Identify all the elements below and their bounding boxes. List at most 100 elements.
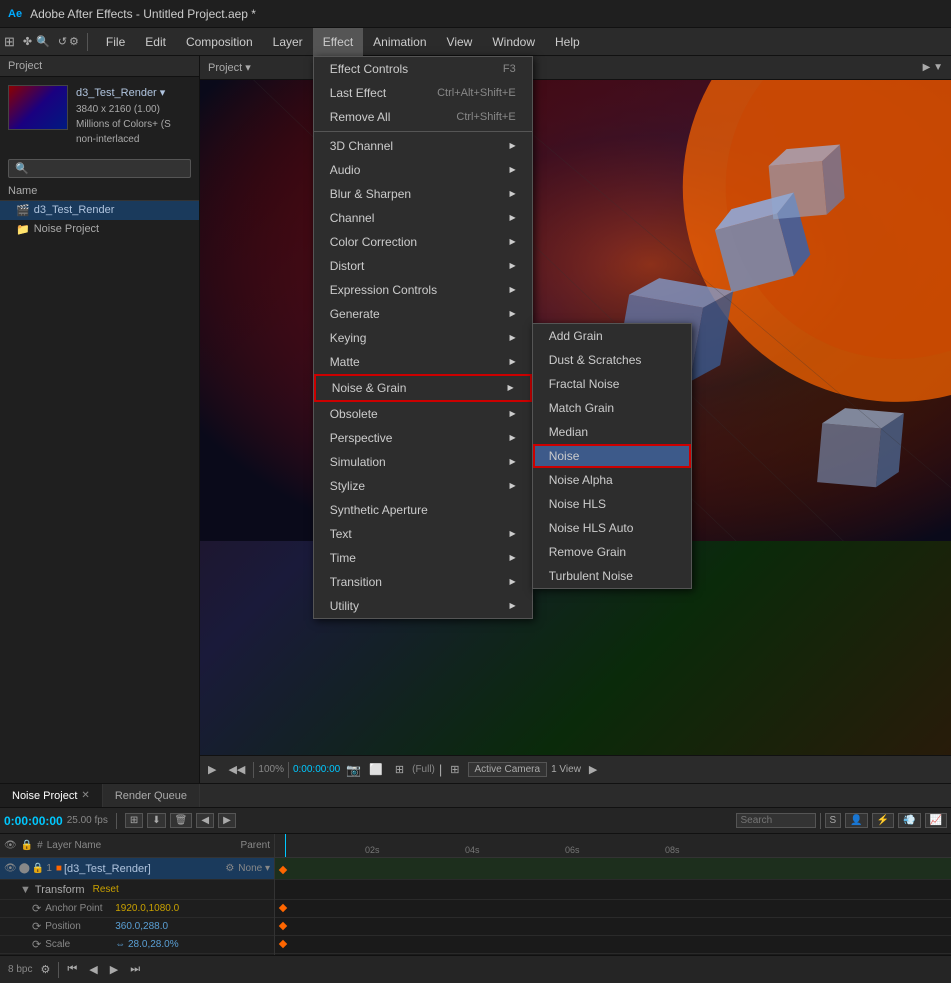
next-frame-btn[interactable]: ▶: [218, 813, 236, 828]
keying-item[interactable]: Keying: [314, 326, 532, 350]
turbulent-noise-item[interactable]: Turbulent Noise: [533, 564, 691, 588]
menu-layer[interactable]: Layer: [263, 28, 313, 56]
grid-btn[interactable]: ⊞: [391, 761, 408, 778]
obsolete-item[interactable]: Obsolete: [314, 402, 532, 426]
text-item[interactable]: Text: [314, 522, 532, 546]
layer-number: 1: [46, 863, 52, 874]
solo-btn[interactable]: S: [825, 813, 842, 828]
transform-label: Transform: [35, 884, 85, 896]
expression-controls-item[interactable]: Expression Controls: [314, 278, 532, 302]
time-mark-6s: 06s: [565, 845, 580, 855]
tab-close-noise[interactable]: ✕: [81, 790, 89, 801]
remove-grain-item[interactable]: Remove Grain: [533, 540, 691, 564]
distort-item[interactable]: Distort: [314, 254, 532, 278]
perspective-item[interactable]: Perspective: [314, 426, 532, 450]
settings-btn[interactable]: ⚙: [36, 961, 54, 978]
tab-render-queue[interactable]: Render Queue: [103, 784, 200, 807]
menu-file[interactable]: File: [96, 28, 135, 56]
transition-item[interactable]: Transition: [314, 570, 532, 594]
menu-view[interactable]: View: [437, 28, 483, 56]
menu-help[interactable]: Help: [545, 28, 590, 56]
reset-label[interactable]: Reset: [93, 884, 119, 895]
composition-icon: 🎬: [16, 204, 30, 217]
more-btn[interactable]: ▶: [585, 761, 601, 778]
layer-lock[interactable]: 🔒: [32, 863, 44, 874]
track-rotation: [275, 954, 951, 955]
project-thumbnail-info: d3_Test_Render ▾ 3840 x 2160 (1.00) Mill…: [76, 85, 171, 147]
vsep-tl2: [820, 813, 821, 829]
stylize-item[interactable]: Stylize: [314, 474, 532, 498]
play-btn[interactable]: ▶: [106, 961, 122, 978]
layer-row-1[interactable]: 👁 ⬤ 🔒 1 ■ [d3_Test_Render] ⚙ None ▾: [0, 858, 274, 880]
match-grain-item[interactable]: Match Grain: [533, 396, 691, 420]
matte-item[interactable]: Matte: [314, 350, 532, 374]
play-button[interactable]: ▶: [204, 761, 220, 778]
viewport-toolbar: ▶ ◀◀ 100% 0:00:00:00 📷 ⬜ ⊞ (Full) | ⊞ Ac…: [200, 755, 951, 783]
import-btn[interactable]: ⬇: [147, 813, 165, 828]
blur-sharpen-item[interactable]: Blur & Sharpen: [314, 182, 532, 206]
dust-scratches-item[interactable]: Dust & Scratches: [533, 348, 691, 372]
menu-animation[interactable]: Animation: [363, 28, 436, 56]
app-icon: Ae: [8, 8, 22, 20]
project-search[interactable]: 🔍: [8, 159, 191, 178]
track-bar-green: [275, 858, 951, 879]
search-timeline[interactable]: [736, 813, 816, 828]
tab-render-label: Render Queue: [115, 790, 187, 802]
last-effect-item[interactable]: Last Effect Ctrl+Alt+Shift+E: [314, 81, 532, 105]
menu-effect[interactable]: Effect Effect Controls F3 Last Effect Ct…: [313, 28, 363, 56]
track-scale: [275, 936, 951, 954]
toolbar-icon3: 🔍: [36, 35, 50, 48]
shy-btn[interactable]: 👤: [845, 813, 867, 828]
end-btn[interactable]: ⏭: [126, 961, 144, 978]
color-correction-item[interactable]: Color Correction: [314, 230, 532, 254]
folder-icon: 📁: [16, 223, 30, 236]
remove-all-item[interactable]: Remove All Ctrl+Shift+E: [314, 105, 532, 129]
prop-position: ⟳ Position 360.0,288.0: [0, 918, 274, 936]
effect-controls-item[interactable]: Effect Controls F3: [314, 57, 532, 81]
timeline-area: Noise Project ✕ Render Queue 0:00:00:00 …: [0, 783, 951, 983]
layer-list: 👁 🔒 # Layer Name Parent 👁 ⬤ 🔒 1 ■ [d3_Te…: [0, 834, 275, 955]
noise-alpha-item[interactable]: Noise Alpha: [533, 468, 691, 492]
simulation-item[interactable]: Simulation: [314, 450, 532, 474]
region-btn[interactable]: ⬜: [365, 761, 387, 778]
fractal-noise-item[interactable]: Fractal Noise: [533, 372, 691, 396]
playhead[interactable]: [285, 834, 286, 857]
noise-item[interactable]: Noise: [533, 444, 691, 468]
tab-noise-project[interactable]: Noise Project ✕: [0, 784, 103, 807]
name-column-header: Name: [0, 182, 199, 201]
layer-solo[interactable]: ⬤: [19, 863, 30, 874]
noise-hls-item[interactable]: Noise HLS: [533, 492, 691, 516]
noise-hls-auto-item[interactable]: Noise HLS Auto: [533, 516, 691, 540]
median-item[interactable]: Median: [533, 420, 691, 444]
noise-grain-item[interactable]: Noise & Grain: [314, 374, 532, 402]
delete-btn[interactable]: 🗑: [170, 813, 193, 828]
layer-eye[interactable]: 👁: [4, 863, 17, 874]
graph-editor-btn[interactable]: 📈: [925, 813, 947, 828]
position-label: Position: [45, 921, 115, 932]
synthetic-aperture-item[interactable]: Synthetic Aperture: [314, 498, 532, 522]
menu-window[interactable]: Window: [482, 28, 545, 56]
rewind-button[interactable]: ◀◀: [224, 761, 249, 778]
transform-row[interactable]: ▼ Transform Reset: [0, 880, 274, 900]
add-grain-item[interactable]: Add Grain: [533, 324, 691, 348]
project-item-composition[interactable]: 🎬 d3_Test_Render: [0, 201, 199, 220]
grid-btn2[interactable]: ⊞: [446, 761, 463, 778]
utility-item[interactable]: Utility: [314, 594, 532, 618]
menu-composition[interactable]: Composition: [176, 28, 263, 56]
audio-item[interactable]: Audio: [314, 158, 532, 182]
prev-frame-btn[interactable]: ◀: [196, 813, 214, 828]
frame-blend-btn[interactable]: ⚡: [872, 813, 894, 828]
time-mark-2s: 02s: [365, 845, 380, 855]
3d-channel-item[interactable]: 3D Channel: [314, 134, 532, 158]
home-btn[interactable]: ⏮: [63, 961, 81, 978]
menu-edit[interactable]: Edit: [135, 28, 176, 56]
views-label: 1 View: [551, 764, 581, 775]
motion-blur-btn[interactable]: 💨: [898, 813, 920, 828]
prop-anchor-point: ⟳ Anchor Point 1920.0,1080.0: [0, 900, 274, 918]
channel-item[interactable]: Channel: [314, 206, 532, 230]
new-comp-btn[interactable]: ⊞: [125, 813, 143, 828]
prev-btn[interactable]: ◀: [85, 961, 101, 978]
project-item-folder[interactable]: 📁 Noise Project: [0, 220, 199, 239]
generate-item[interactable]: Generate: [314, 302, 532, 326]
time-item[interactable]: Time: [314, 546, 532, 570]
